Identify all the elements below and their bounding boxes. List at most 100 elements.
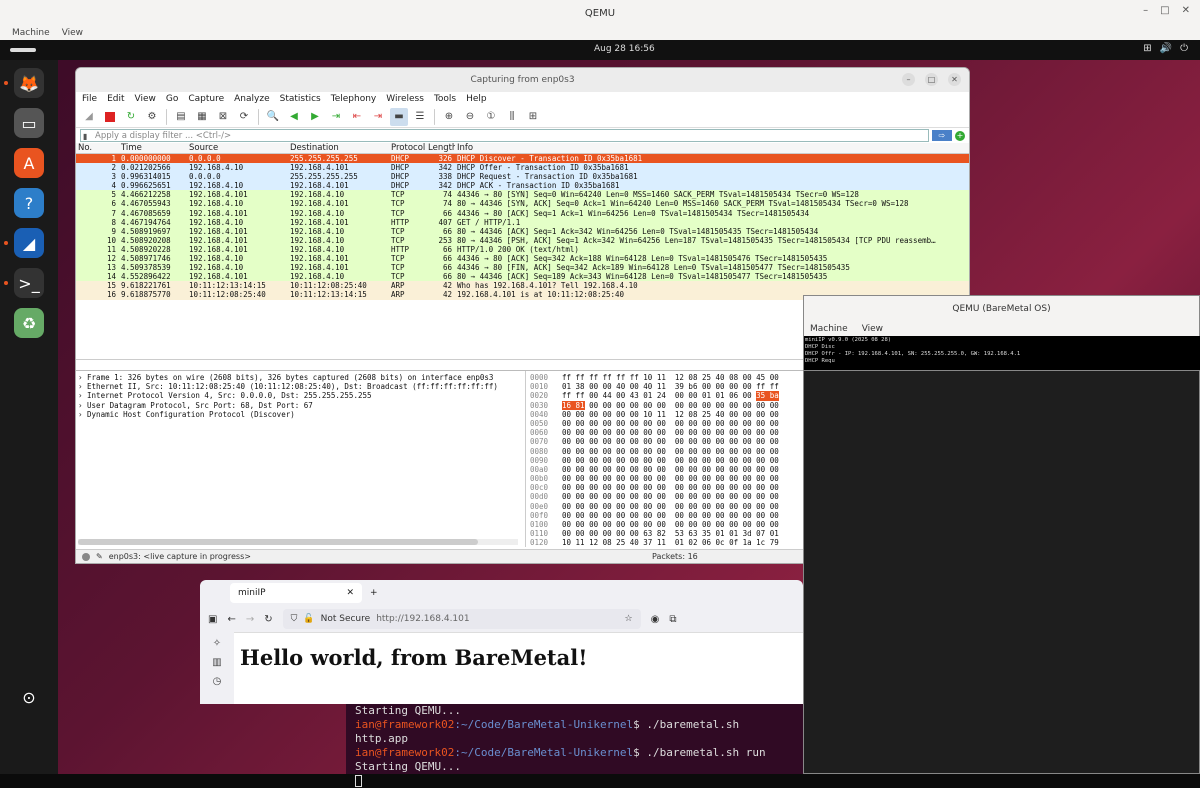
detail-tree-item[interactable]: › User Datagram Protocol, Src Port: 68, … (78, 401, 523, 410)
go-back-icon[interactable]: ◀ (285, 108, 303, 126)
terminal[interactable]: Starting QEMU... ian@framework02:~/Code/B… (346, 704, 803, 787)
first-packet-icon[interactable]: ⇤ (348, 108, 366, 126)
new-tab-icon[interactable]: + (370, 588, 378, 598)
packet-row[interactable]: 3 0.996314015 0.0.0.0 255.255.255.255 DHCP 33… (76, 172, 969, 182)
resize-columns-icon[interactable]: ⫼ (503, 108, 521, 126)
col-protocol[interactable]: Protocol (389, 143, 426, 153)
synced-tabs-icon[interactable]: ▥ (212, 657, 221, 668)
col-source[interactable]: Source (187, 143, 288, 153)
dock-item[interactable]: ? (14, 188, 44, 218)
dock-item[interactable]: ▭ (14, 108, 44, 138)
dock-item[interactable]: ♻ (14, 308, 44, 338)
last-packet-icon[interactable]: ⇥ (369, 108, 387, 126)
minimize-icon[interactable]: – (902, 73, 915, 86)
dock-item[interactable]: >_ (14, 268, 44, 298)
packet-row[interactable]: 12 4.508971746 192.168.4.10 192.168.4.101 TC… (76, 254, 969, 264)
close-icon[interactable]: ✕ (948, 73, 961, 86)
detail-tree-item[interactable]: › Ethernet II, Src: 10:11:12:08:25:40 (1… (78, 382, 523, 391)
clock[interactable]: Aug 28 16:56 (594, 44, 655, 54)
menu-file[interactable]: File (82, 94, 97, 104)
apply-filter-icon[interactable]: ⇨ (932, 130, 952, 141)
packet-row[interactable]: 6 4.467055943 192.168.4.10 192.168.4.101 TCP… (76, 199, 969, 209)
close-tab-icon[interactable]: ✕ (346, 588, 354, 598)
col-time[interactable]: Time (119, 143, 187, 153)
open-file-icon[interactable]: ▤ (172, 108, 190, 126)
menu-go[interactable]: Go (166, 94, 178, 104)
normal-size-icon[interactable]: ① (482, 108, 500, 126)
capture-options-icon[interactable]: ⚙ (143, 108, 161, 126)
dock-item[interactable]: A (14, 148, 44, 178)
shark-fin-start-icon[interactable]: ◢ (80, 108, 98, 126)
forward-icon[interactable]: → (246, 614, 254, 625)
system-tray[interactable]: ⊞ 🔊 ⏻ (1143, 43, 1188, 54)
col-no[interactable]: No. (76, 143, 119, 153)
dock-item[interactable]: ◢ (14, 228, 44, 258)
dock-item[interactable]: ⊙ (14, 682, 44, 712)
maximize-icon[interactable]: □ (925, 73, 938, 86)
zoom-out-icon[interactable]: ⊖ (461, 108, 479, 126)
menu-telephony[interactable]: Telephony (331, 94, 377, 104)
autoscroll-icon[interactable]: ▬ (390, 107, 408, 126)
stop-capture-icon[interactable] (101, 108, 119, 126)
save-file-icon[interactable]: ▦ (193, 108, 211, 126)
packet-row[interactable]: 11 4.508920228 192.168.4.101 192.168.4.10 HT… (76, 244, 969, 255)
packet-row[interactable]: 15 9.618221761 10:11:12:13:14:15 10:11:12:0… (76, 281, 969, 291)
menu-tools[interactable]: Tools (434, 94, 456, 104)
col-destination[interactable]: Destination (288, 143, 389, 153)
menu-machine[interactable]: Machine (810, 324, 848, 334)
layout-icon[interactable]: ⊞ (524, 108, 542, 126)
packet-row[interactable]: 8 4.467194764 192.168.4.10 192.168.4.101 HTT… (76, 217, 969, 227)
packet-row[interactable]: 1 0.000000000 0.0.0.0 255.255.255.255 DHCP 32… (76, 154, 969, 164)
menu-wireless[interactable]: Wireless (386, 94, 424, 104)
menu-capture[interactable]: Capture (188, 94, 224, 104)
menu-view[interactable]: View (862, 324, 883, 334)
bookmark-star-icon[interactable]: ☆ (625, 614, 633, 624)
detail-tree-item[interactable]: › Internet Protocol Version 4, Src: 0.0.… (78, 391, 523, 400)
packet-row[interactable]: 13 4.509378539 192.168.4.10 192.168.4.101 TC… (76, 263, 969, 273)
restart-capture-icon[interactable]: ↻ (122, 108, 140, 126)
zoom-in-icon[interactable]: ⊕ (440, 108, 458, 126)
detail-tree-item[interactable]: › Dynamic Host Configuration Protocol (D… (78, 410, 523, 419)
menu-view[interactable]: View (62, 28, 83, 38)
horizontal-scrollbar[interactable] (78, 539, 518, 545)
dock-item[interactable]: 🦊 (14, 68, 44, 98)
history-icon[interactable]: ◷ (213, 676, 222, 687)
go-to-packet-icon[interactable]: ⇥ (327, 108, 345, 126)
reload-icon[interactable]: ↻ (264, 614, 272, 625)
menu-edit[interactable]: Edit (107, 94, 124, 104)
colorize-icon[interactable]: ☰ (411, 108, 429, 126)
packet-row[interactable]: 4 0.996625651 192.168.4.10 192.168.4.101 DHC… (76, 181, 969, 191)
add-filter-button-icon[interactable]: + (955, 130, 965, 141)
menu-statistics[interactable]: Statistics (280, 94, 321, 104)
activities-button[interactable] (10, 48, 36, 52)
menu-help[interactable]: Help (466, 94, 487, 104)
go-forward-icon[interactable]: ▶ (306, 108, 324, 126)
packet-row[interactable]: 14 4.552896422 192.168.4.101 192.168.4.10 TC… (76, 272, 969, 282)
sidebar-toggle-icon[interactable]: ▣ (208, 614, 217, 625)
expert-info-icon[interactable] (82, 552, 90, 561)
display-filter-input[interactable]: ▮ Apply a display filter ... <Ctrl-/> (80, 129, 929, 142)
close-icon[interactable]: ✕ (1182, 5, 1190, 16)
edit-comment-icon[interactable]: ✎ (96, 552, 103, 561)
ai-chat-icon[interactable]: ✧ (213, 638, 221, 649)
col-length[interactable]: Length (426, 143, 455, 153)
extensions-icon[interactable]: ⧉ (669, 614, 676, 625)
vm-console[interactable]: miniIP v0.9.0 (2025 08 28) DHCP Disc DHC… (804, 336, 1200, 371)
packet-row[interactable]: 10 4.508920208 192.168.4.101 192.168.4.10 TC… (76, 235, 969, 245)
shield-icon[interactable]: ⛉ (291, 614, 298, 624)
maximize-icon[interactable]: □ (1160, 5, 1169, 16)
close-file-icon[interactable]: ⊠ (214, 108, 232, 126)
packet-row[interactable]: 5 4.466212258 192.168.4.101 192.168.4.10 TCP… (76, 190, 969, 200)
url-bar[interactable]: ⛉ 🔓 Not Secure http://192.168.4.101 ☆ (282, 609, 641, 629)
tab-miniip[interactable]: miniIP ✕ (230, 583, 362, 603)
packet-row[interactable]: 7 4.467085659 192.168.4.101 192.168.4.10 TCP… (76, 208, 969, 218)
col-info[interactable]: Info (455, 143, 969, 153)
minimize-icon[interactable]: – (1143, 5, 1148, 16)
menu-machine[interactable]: Machine (12, 28, 50, 38)
menu-view[interactable]: View (135, 94, 156, 104)
reload-file-icon[interactable]: ⟳ (235, 108, 253, 126)
account-icon[interactable]: ◉ (651, 614, 660, 625)
packet-row[interactable]: 2 0.021202566 192.168.4.10 192.168.4.101 DHC… (76, 163, 969, 173)
packet-row[interactable]: 9 4.508919697 192.168.4.101 192.168.4.10 TCP… (76, 226, 969, 236)
bookmark-icon[interactable]: ▮ (83, 131, 87, 143)
